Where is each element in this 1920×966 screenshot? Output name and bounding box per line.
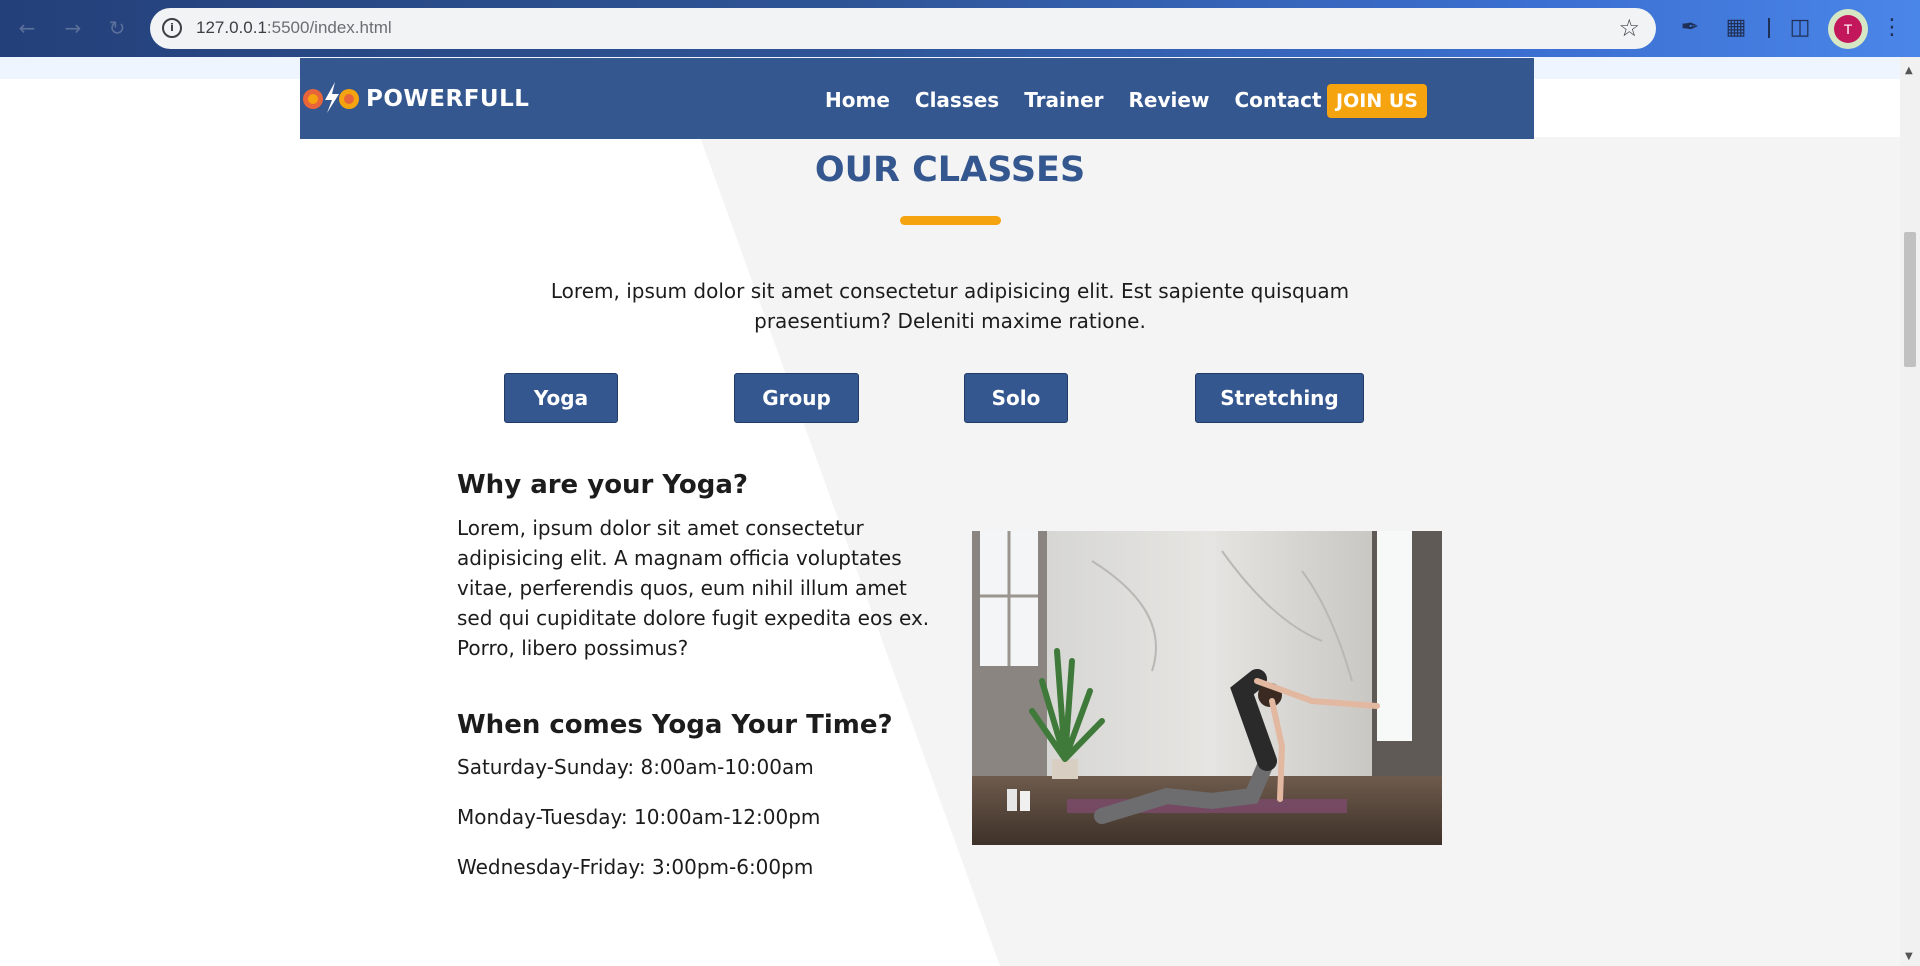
url-path: :5500/index.html bbox=[266, 18, 392, 37]
diagonal-background bbox=[700, 137, 1900, 966]
forward-icon[interactable]: → bbox=[60, 15, 86, 41]
extensions-icon[interactable]: ▦ bbox=[1722, 14, 1750, 42]
url-host: 127.0.0.1 bbox=[196, 18, 267, 37]
main-nav: Home Classes Trainer Review Contact bbox=[825, 88, 1322, 112]
reload-icon[interactable]: ↻ bbox=[104, 15, 130, 41]
tab-solo[interactable]: Solo bbox=[964, 373, 1068, 423]
menu-icon[interactable]: ⋮ bbox=[1878, 14, 1906, 42]
side-panel-icon[interactable]: ◫ bbox=[1786, 14, 1814, 42]
tab-yoga[interactable]: Yoga bbox=[504, 373, 618, 423]
scroll-up-icon[interactable]: ▲ bbox=[1905, 65, 1913, 76]
nav-classes[interactable]: Classes bbox=[915, 88, 999, 112]
nav-trainer[interactable]: Trainer bbox=[1024, 88, 1103, 112]
tab-group[interactable]: Group bbox=[734, 373, 859, 423]
address-bar[interactable]: i 127.0.0.1:5500/index.html ☆ bbox=[150, 8, 1656, 49]
scrollbar-thumb[interactable] bbox=[1904, 232, 1916, 367]
schedule-item: Wednesday-Friday: 3:00pm-6:00pm bbox=[457, 855, 814, 879]
when-heading: When comes Yoga Your Time? bbox=[457, 710, 893, 740]
site-header: POWERFULL Home Classes Trainer Review Co… bbox=[300, 58, 1534, 139]
brand-name[interactable]: POWERFULL bbox=[366, 86, 529, 112]
tab-stretching[interactable]: Stretching bbox=[1195, 373, 1364, 423]
info-icon[interactable]: i bbox=[162, 18, 182, 38]
nav-contact[interactable]: Contact bbox=[1234, 88, 1321, 112]
schedule-item: Monday-Tuesday: 10:00am-12:00pm bbox=[457, 805, 821, 829]
nav-home[interactable]: Home bbox=[825, 88, 890, 112]
back-icon[interactable]: ← bbox=[14, 15, 40, 41]
why-heading: Why are your Yoga? bbox=[457, 470, 748, 500]
page-viewport: POWERFULL Home Classes Trainer Review Co… bbox=[0, 57, 1900, 966]
schedule-item: Saturday-Sunday: 8:00am-10:00am bbox=[457, 755, 814, 779]
scroll-down-icon[interactable]: ▼ bbox=[1905, 951, 1913, 962]
avatar[interactable]: T bbox=[1828, 9, 1868, 49]
section-intro: Lorem, ipsum dolor sit amet consectetur … bbox=[550, 279, 1350, 333]
avatar-initial: T bbox=[1834, 15, 1862, 43]
join-us-button[interactable]: JOIN US bbox=[1327, 84, 1427, 118]
scrollbar[interactable]: ▲ ▼ bbox=[1900, 57, 1920, 966]
nav-review[interactable]: Review bbox=[1129, 88, 1210, 112]
browser-toolbar: ← → ↻ i 127.0.0.1:5500/index.html ☆ ✒ ▦ … bbox=[0, 0, 1920, 57]
url-text[interactable]: 127.0.0.1:5500/index.html bbox=[196, 18, 392, 38]
star-icon[interactable]: ☆ bbox=[1618, 14, 1640, 42]
why-text: Lorem, ipsum dolor sit amet consectetur … bbox=[457, 516, 930, 660]
toolbar-divider bbox=[1768, 18, 1770, 38]
yoga-photo bbox=[972, 531, 1442, 845]
logo-icon[interactable] bbox=[302, 80, 362, 114]
eyedropper-icon[interactable]: ✒ bbox=[1676, 14, 1704, 42]
section-title: OUR CLASSES bbox=[814, 150, 1086, 190]
title-underline bbox=[900, 216, 1001, 225]
